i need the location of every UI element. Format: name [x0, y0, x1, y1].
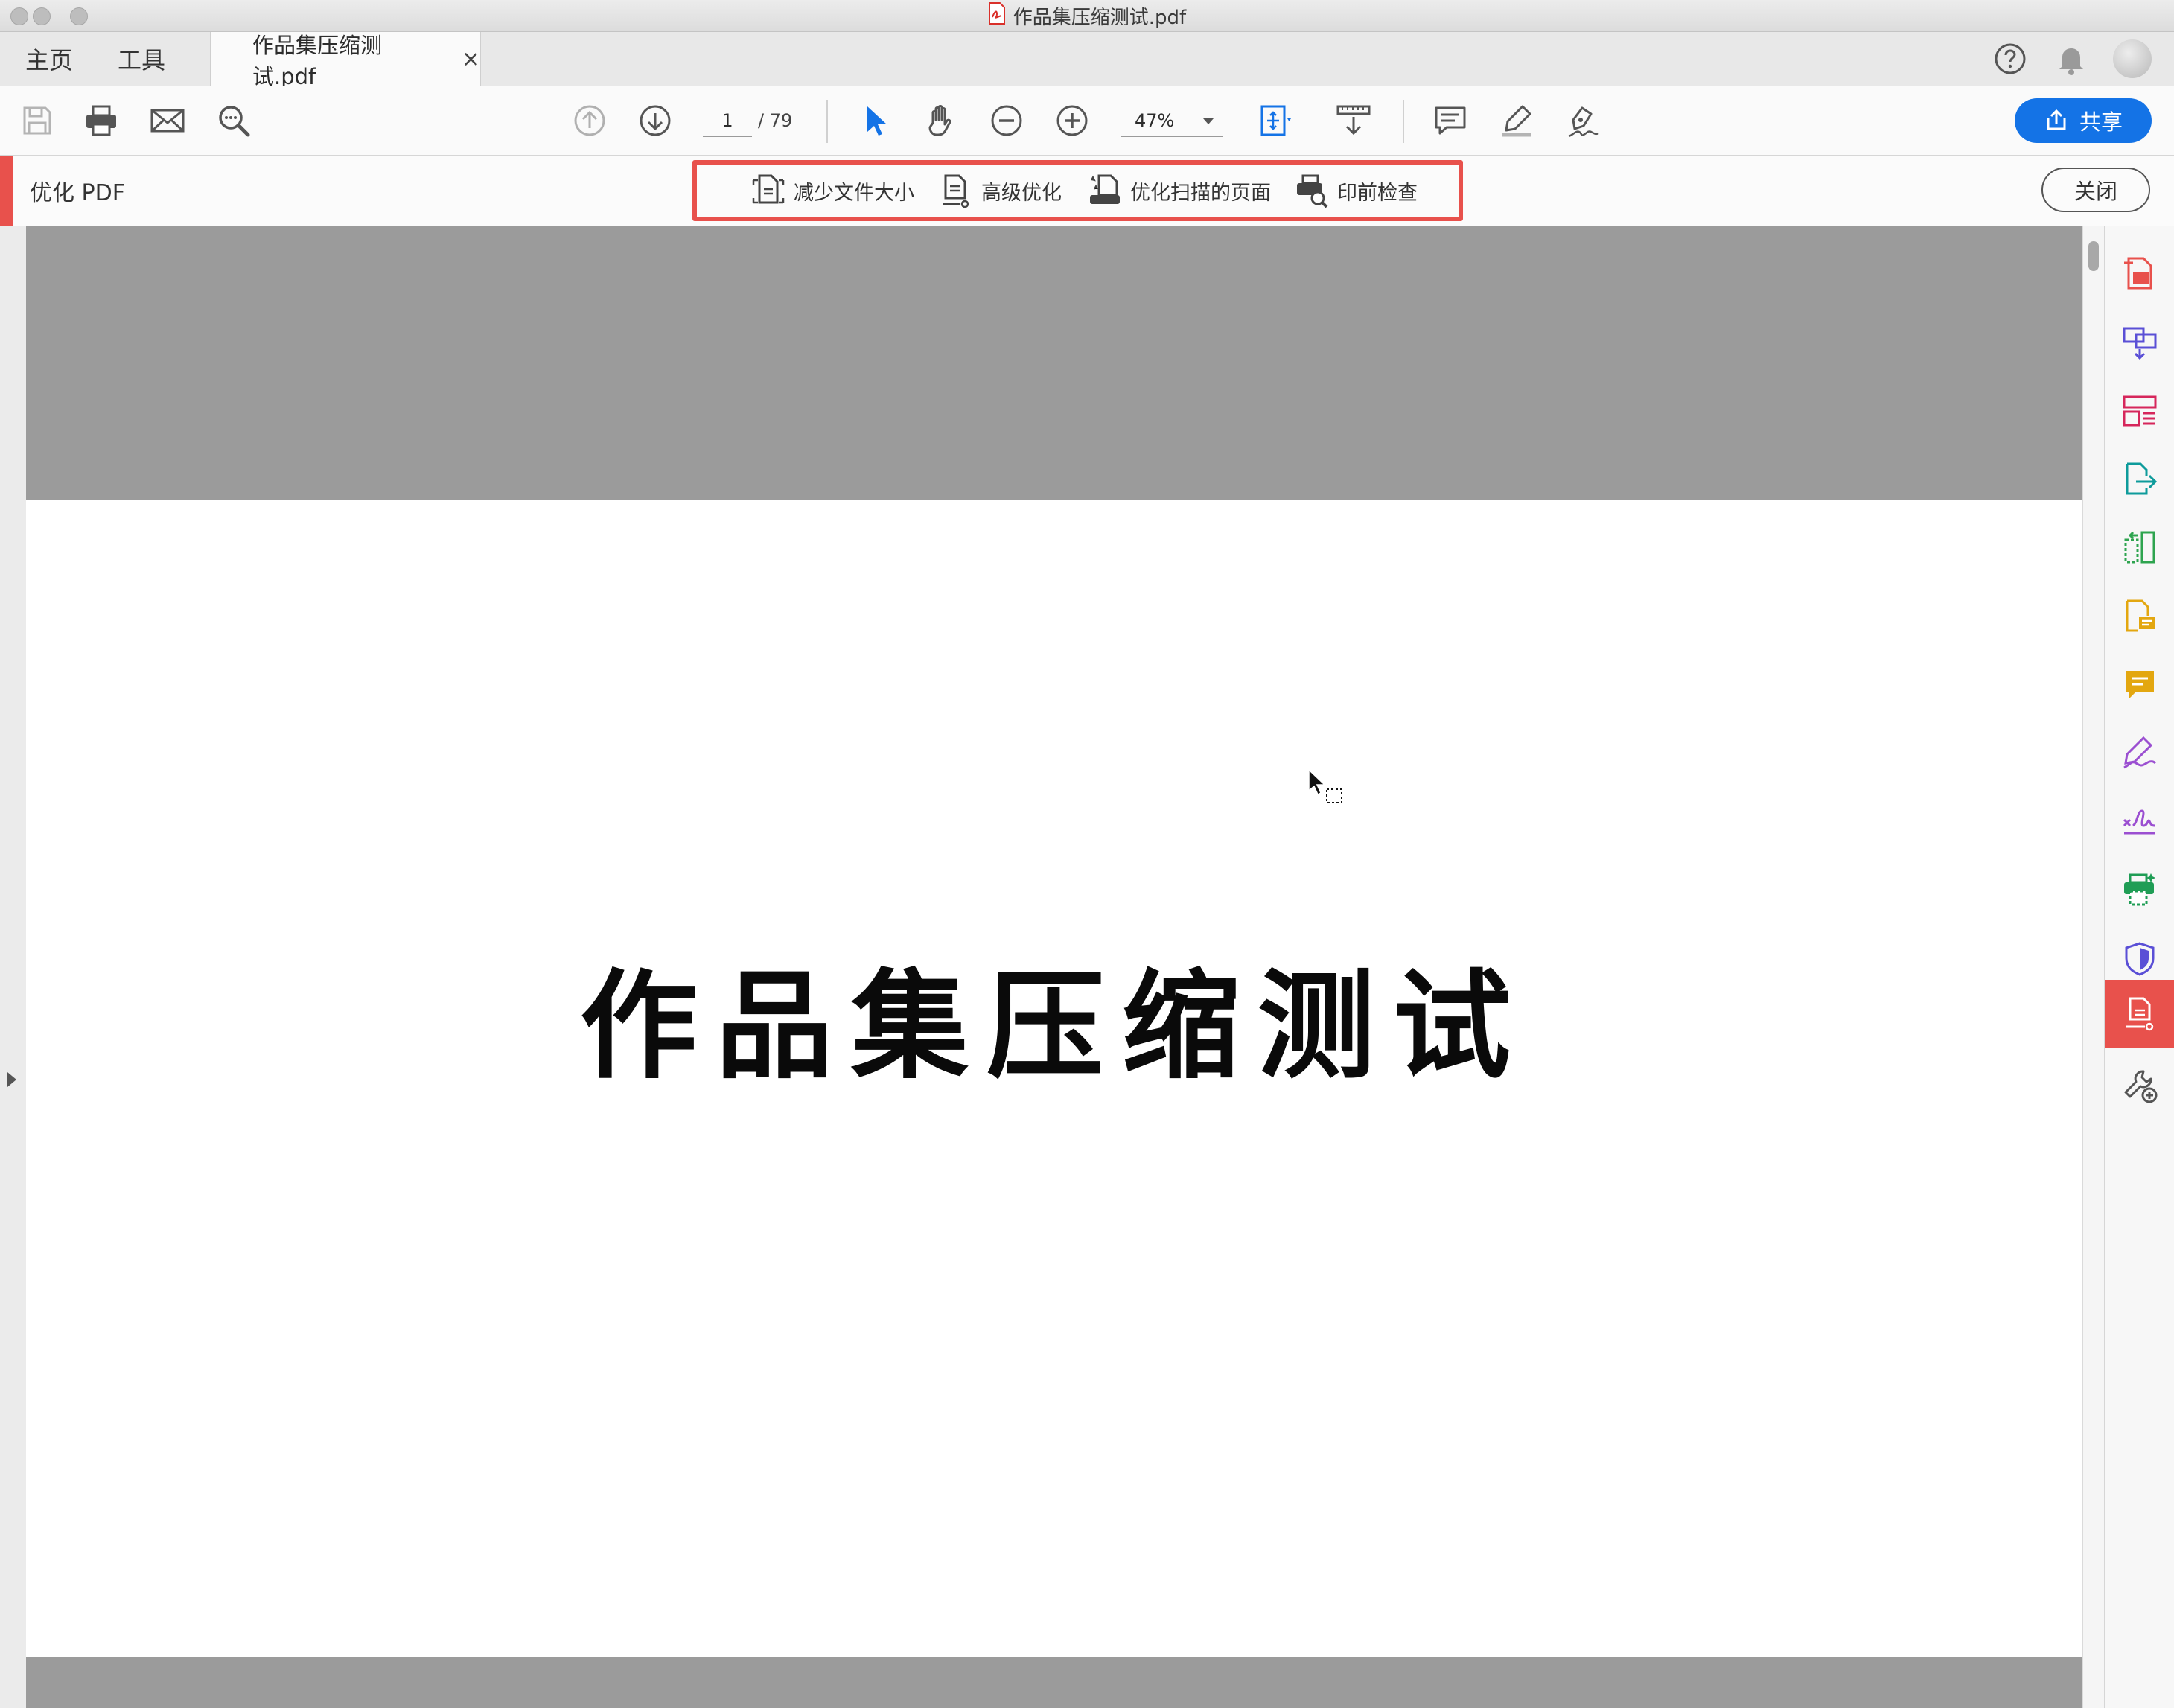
select-cursor-icon[interactable] — [855, 100, 896, 141]
comment-icon[interactable] — [1429, 100, 1471, 141]
zoom-out-icon[interactable] — [986, 100, 1027, 141]
vertical-scrollbar[interactable] — [2082, 226, 2104, 1708]
preflight-label: 印前检查 — [1337, 181, 1418, 205]
toolbar-divider — [826, 100, 828, 143]
window-title: 作品集压缩测试.pdf — [1013, 6, 1187, 29]
optimize-scanned-pages-button[interactable]: 优化扫描的页面 — [1087, 156, 1271, 226]
tool-title: 优化 PDF — [30, 180, 125, 206]
highlight-pen-icon[interactable] — [1496, 100, 1538, 141]
page-total: / 79 — [758, 110, 793, 131]
optimize-pdf-icon[interactable] — [2105, 980, 2174, 1048]
email-icon[interactable] — [147, 100, 188, 141]
expand-panel-icon[interactable] — [7, 1072, 16, 1087]
reduce-file-size-button[interactable]: 减少文件大小 — [750, 156, 914, 226]
print-production-icon[interactable] — [2105, 861, 2174, 920]
main-toolbar: 1 / 79 47% 共享 — [0, 86, 2174, 156]
export-pdf-icon[interactable] — [2105, 450, 2174, 509]
tab-home[interactable]: 主页 — [25, 32, 73, 86]
zoom-level-select[interactable]: 47% — [1121, 106, 1223, 137]
left-navigation-strip — [0, 226, 27, 1708]
request-signature-icon[interactable] — [2105, 587, 2174, 646]
toolbar-divider — [1403, 100, 1404, 143]
mouse-cursor-icon — [1307, 768, 1346, 807]
scan-optimize-icon — [1090, 174, 1120, 204]
tab-document[interactable]: 作品集压缩测试.pdf × — [210, 32, 481, 89]
advanced-optimization-button[interactable]: 高级优化 — [938, 156, 1062, 226]
organize-pages-icon[interactable] — [2105, 381, 2174, 441]
more-tools-icon[interactable] — [2105, 1056, 2174, 1115]
hand-tool-icon[interactable] — [920, 100, 962, 141]
share-button[interactable]: 共享 — [2015, 98, 2152, 143]
reduce-file-size-label: 减少文件大小 — [794, 181, 914, 205]
edit-pdf-icon[interactable] — [2105, 518, 2174, 578]
print-icon[interactable] — [80, 100, 122, 141]
fill-sign-icon[interactable] — [2105, 724, 2174, 783]
close-tool-button[interactable]: 关闭 — [2041, 168, 2150, 212]
close-tab-icon[interactable]: × — [462, 46, 480, 72]
preflight-button[interactable]: 印前检查 — [1294, 156, 1418, 226]
tool-accent-bar — [0, 156, 13, 226]
notifications-bell-icon[interactable] — [2056, 42, 2086, 75]
combine-files-icon[interactable] — [2105, 313, 2174, 372]
scroll-mode-icon[interactable] — [1333, 100, 1374, 141]
share-upload-icon — [2047, 109, 2066, 130]
help-icon[interactable] — [1994, 42, 2027, 75]
document-title-text: 作品集压缩测试 — [580, 958, 1529, 1095]
certificate-signature-icon[interactable] — [2105, 792, 2174, 852]
next-page-icon[interactable] — [634, 100, 676, 141]
preflight-print-icon — [1297, 174, 1328, 208]
optimize-scanned-pages-label: 优化扫描的页面 — [1130, 181, 1271, 205]
share-button-label: 共享 — [2079, 109, 2123, 135]
tab-tools[interactable]: 工具 — [118, 32, 165, 86]
save-icon[interactable] — [16, 100, 58, 141]
search-icon[interactable] — [213, 100, 255, 141]
create-pdf-icon[interactable] — [2105, 244, 2174, 304]
pdf-file-icon — [988, 1, 1006, 30]
optimize-pdf-toolbar: 优化 PDF 减少文件大小 高级优化 优化扫描的页面 印前检查 关闭 — [0, 156, 2174, 226]
scrollbar-thumb[interactable] — [2088, 241, 2099, 271]
fit-page-icon[interactable] — [1255, 100, 1297, 141]
previous-page-icon[interactable] — [569, 100, 611, 141]
comment-tool-icon[interactable] — [2105, 655, 2174, 715]
user-avatar[interactable] — [2113, 39, 2152, 78]
sign-pen-icon[interactable] — [1562, 100, 1604, 141]
reduce-size-icon — [752, 174, 785, 204]
chevron-down-icon — [1203, 118, 1214, 124]
zoom-level-value: 47% — [1135, 110, 1175, 131]
page-number-input[interactable]: 1 — [703, 106, 752, 137]
right-tools-panel — [2104, 226, 2174, 1708]
tab-bar: 主页 工具 作品集压缩测试.pdf × — [0, 32, 2174, 89]
advanced-optimization-label: 高级优化 — [981, 181, 1062, 205]
document-tab-label: 作品集压缩测试.pdf — [252, 32, 383, 89]
advanced-optimize-icon — [943, 174, 969, 208]
zoom-in-icon[interactable] — [1051, 100, 1093, 141]
